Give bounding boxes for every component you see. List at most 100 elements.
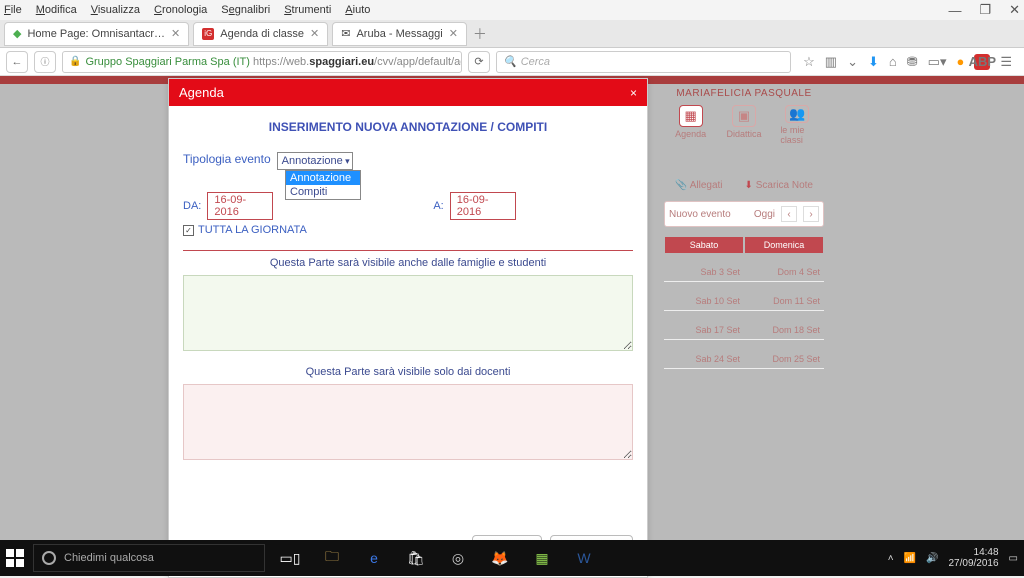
cloud-icon[interactable]: ⛃ [907,54,918,70]
tab-aruba[interactable]: ✉ Aruba - Messaggi ✕ [332,22,467,46]
tab-close-icon[interactable]: ✕ [171,27,180,40]
calendar-icon: ▦ [679,105,703,127]
cal-cell[interactable]: Dom 11 Set [744,282,824,311]
tab-close-icon[interactable]: ✕ [310,27,319,40]
menu-cronologia[interactable]: Cronologia [154,4,207,16]
taskview-icon[interactable]: ▭▯ [278,546,302,570]
windows-taskbar: Chiedimi qualcosa ▭▯ 🗀 e 🛍 ◎ 🦊 ▦ W ˄ 📶 🔊… [0,540,1024,576]
cal-cell[interactable]: Sab 10 Set [664,282,744,311]
cal-cell[interactable]: Sab 24 Set [664,340,744,369]
da-label: DA: [183,200,201,212]
back-button[interactable]: ← [6,51,28,73]
tab-favicon-icon: iG [202,28,214,40]
system-tray: ˄ 📶 🔊 14:48 27/09/2016 ▭ [888,540,1018,576]
download-icon[interactable]: ⬇ [868,54,879,70]
tab-home[interactable]: ◆ Home Page: Omnisantacr… ✕ [4,22,189,46]
cal-cell[interactable]: Dom 18 Set [744,311,824,340]
search-placeholder: Cerca [521,56,550,68]
tutta-giornata-label: TUTTA LA GIORNATA [198,224,307,236]
task-app-icon[interactable]: ▦ [530,546,554,570]
library-icon[interactable]: ▥ [825,54,837,70]
cal-cell[interactable]: Dom 4 Set [744,253,824,282]
cal-cell[interactable]: Sab 3 Set [664,253,744,282]
a-date-input[interactable]: 16-09-2016 [450,192,516,220]
menu-strumenti[interactable]: Strumenti [284,4,331,16]
dropdown-option-annotazione[interactable]: Annotazione [286,171,360,185]
reload-button[interactable]: ⟳ [468,51,490,73]
word-icon[interactable]: W [572,546,596,570]
modal-title: INSERIMENTO NUOVA ANNOTAZIONE / COMPITI [183,120,633,134]
store-icon[interactable]: 🛍 [404,546,428,570]
day-header: Domenica [745,237,823,253]
tray-chevron-icon[interactable]: ˄ [888,553,894,564]
tab-title: Aruba - Messaggi [356,28,442,40]
prev-button[interactable]: ‹ [781,206,797,222]
family-text-input[interactable] [183,275,633,351]
cortana-placeholder: Chiedimi qualcosa [64,552,154,564]
pocket-icon[interactable]: ⌄ [847,54,858,70]
chevron-down-icon: ▾ [345,156,350,167]
teacher-text-input[interactable] [183,384,633,460]
menu-aiuto[interactable]: Aiuto [345,4,370,16]
menu-icon[interactable]: ☰ [1000,54,1012,70]
tray-clock[interactable]: 14:48 27/09/2016 [948,547,998,569]
scarica-link[interactable]: ⬇ Scarica Note [745,180,813,191]
url-input[interactable]: 🔒 Gruppo Spaggiari Parma Spa (IT) https:… [62,51,462,73]
maximize-icon[interactable]: ❐ [979,2,991,18]
tab-favicon-icon: ◆ [13,27,21,40]
dropdown-option-compiti[interactable]: Compiti [286,185,360,199]
cal-cell[interactable]: Dom 25 Set [744,340,824,369]
tab-title: Home Page: Omnisantacr… [27,28,165,40]
modal-close-button[interactable]: × [630,86,637,100]
nuovo-evento-button[interactable]: Nuovo evento [669,209,748,220]
close-icon[interactable]: ✕ [1009,2,1020,18]
start-button[interactable] [6,549,24,567]
tab-favicon-icon: ✉ [341,27,350,40]
user-name-label: MARIAFELICIA PASQUALE [664,88,824,99]
sidebar-icon[interactable]: ▭▾ [928,54,947,70]
nav-agenda[interactable]: ▦Agenda [674,105,708,139]
wifi-icon[interactable]: 📶 [904,553,916,564]
globe-icon[interactable]: ● [956,54,964,69]
next-button[interactable]: › [803,206,819,222]
window-controls: — ❐ ✕ [948,0,1020,20]
chrome-icon[interactable]: ◎ [446,546,470,570]
sound-icon[interactable]: 🔊 [926,553,938,564]
menu-segnalibri[interactable]: Segnalibri [221,4,270,16]
cortana-search[interactable]: Chiedimi qualcosa [34,545,264,571]
browser-tabs: ◆ Home Page: Omnisantacr… ✕ iG Agenda di… [0,20,1024,48]
oggi-button[interactable]: Oggi [754,209,775,220]
tutta-giornata-checkbox[interactable]: ✓ [183,225,194,236]
menu-visualizza[interactable]: Visualizza [91,4,140,16]
book-icon: ▣ [732,105,756,127]
adblock-icon[interactable]: ABP [974,54,990,70]
tipologia-label: Tipologia evento [183,152,271,166]
da-date-input[interactable]: 16-09-2016 [207,192,273,220]
cortana-icon [42,551,56,565]
cal-cell[interactable]: Sab 17 Set [664,311,744,340]
allegati-link[interactable]: 📎 Allegati [675,180,723,191]
tab-agenda[interactable]: iG Agenda di classe ✕ [193,22,328,46]
edge-icon[interactable]: e [362,546,386,570]
identity-button[interactable]: ⓘ [34,51,56,73]
clip-icon: 📎 [675,180,687,191]
search-input[interactable]: 🔍 Cerca [496,51,791,73]
explorer-icon[interactable]: 🗀 [320,546,344,570]
menu-file[interactable]: File [4,4,22,16]
firefox-icon[interactable]: 🦊 [488,546,512,570]
app-menubar: File Modifica Visualizza Cronologia Segn… [0,0,1024,20]
minimize-icon[interactable]: — [948,3,961,18]
star-icon[interactable]: ☆ [803,54,815,70]
home-icon[interactable]: ⌂ [889,54,897,69]
tipologia-dropdown: Annotazione Compiti [285,170,361,200]
taskbar-apps: ▭▯ 🗀 e 🛍 ◎ 🦊 ▦ W [278,546,596,570]
search-icon: 🔍 [503,55,517,68]
notifications-icon[interactable]: ▭ [1009,553,1018,564]
modal-header: Agenda × [169,79,647,106]
nav-didattica[interactable]: ▣Didattica [727,105,761,139]
tab-close-icon[interactable]: ✕ [449,27,458,40]
nav-classi[interactable]: 👥le mie classi [780,105,814,139]
add-tab-button[interactable]: ＋ [473,24,487,44]
menu-modifica[interactable]: Modifica [36,4,77,16]
tipologia-select[interactable]: Annotazione ▾ [277,152,353,170]
